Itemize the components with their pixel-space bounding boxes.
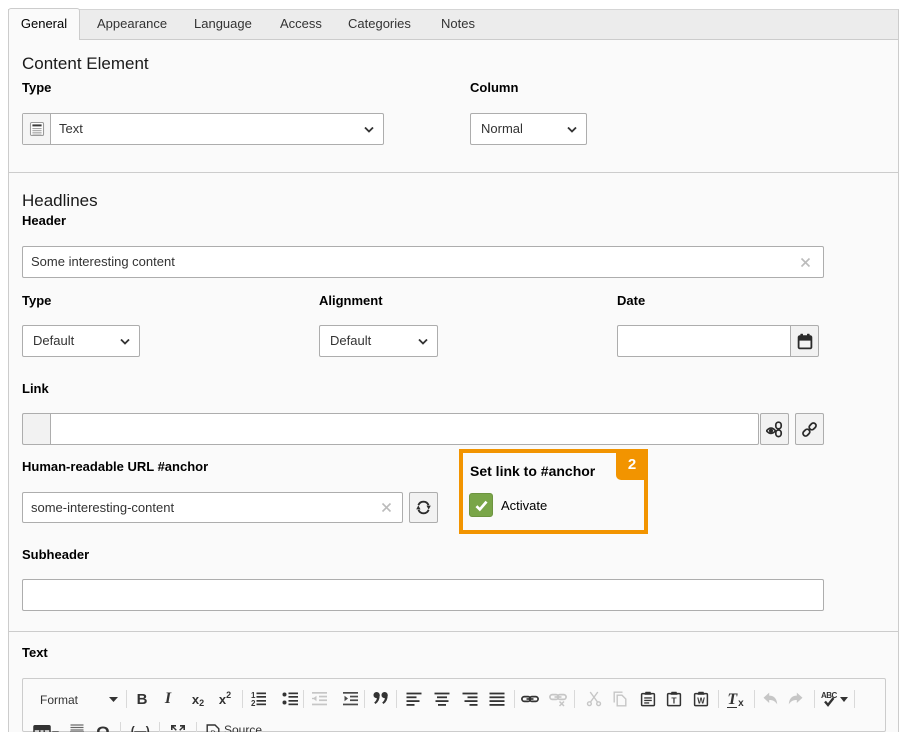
svg-text:2: 2	[251, 699, 256, 707]
svg-text:P: P	[210, 729, 215, 732]
svg-text:W: W	[697, 697, 705, 706]
svg-text:ABC: ABC	[821, 691, 838, 700]
svg-text:T: T	[671, 696, 677, 706]
